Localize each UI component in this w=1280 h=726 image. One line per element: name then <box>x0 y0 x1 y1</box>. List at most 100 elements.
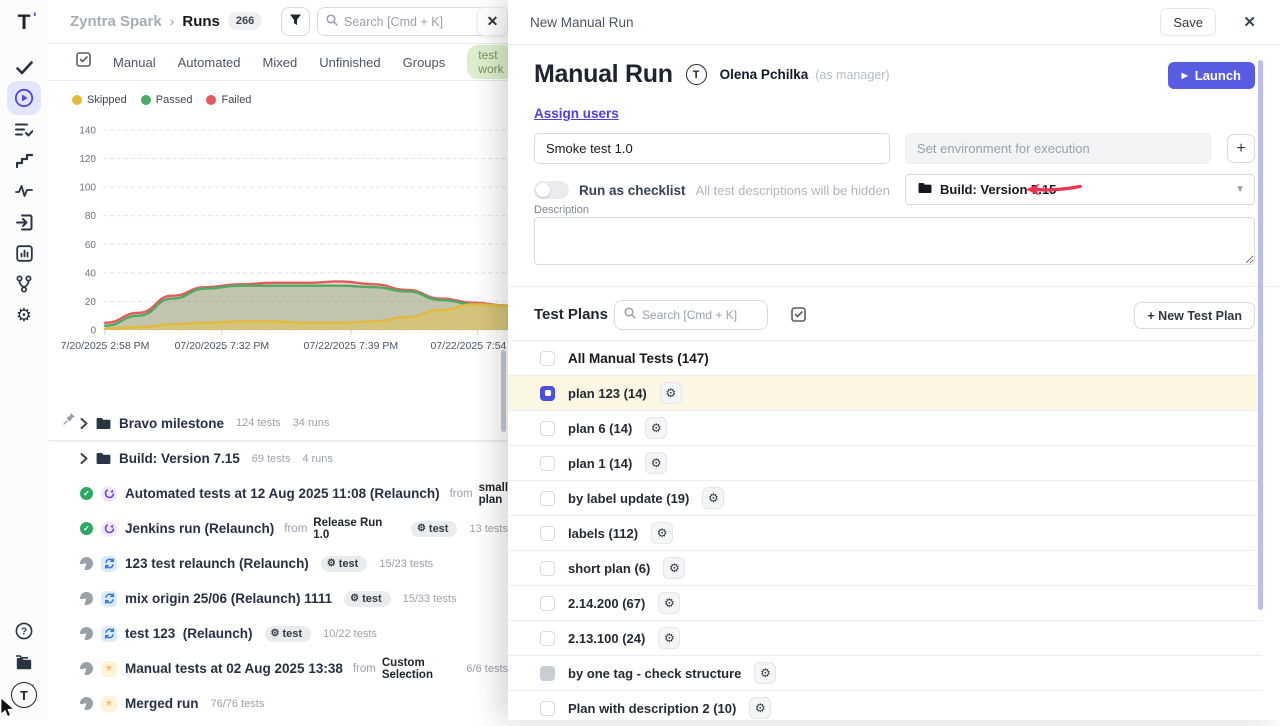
filter-button[interactable] <box>281 7 310 36</box>
tab-groups[interactable]: Groups <box>403 55 446 70</box>
test-plan-checkbox[interactable] <box>540 596 555 611</box>
run-title[interactable]: Build: Version 7.15 <box>119 451 240 466</box>
settings-gear-icon[interactable]: ⚙ <box>0 305 48 325</box>
run-row[interactable]: mix origin 25/06 (Relaunch) 1111⚙test15/… <box>48 581 508 616</box>
breadcrumb-project[interactable]: Zyntra Spark <box>70 13 162 30</box>
plans-list-check-icon[interactable] <box>0 120 48 138</box>
test-plan-checkbox[interactable] <box>540 701 555 716</box>
run-row[interactable]: ✓Jenkins run (Relaunch)fromRelease Run 1… <box>48 511 508 546</box>
search-input[interactable] <box>344 15 464 29</box>
close-drawer-icon[interactable]: ✕ <box>1243 13 1256 31</box>
import-icon[interactable] <box>0 212 48 232</box>
test-plan-settings-button[interactable]: ⚙ <box>658 592 680 614</box>
test-plan-row[interactable]: All Manual Tests (147) <box>508 341 1262 376</box>
run-name-input[interactable] <box>534 133 890 164</box>
new-test-plan-button[interactable]: + New Test Plan <box>1134 302 1255 329</box>
test-plan-row[interactable]: plan 123 (14)⚙ <box>508 376 1262 411</box>
run-title[interactable]: Automated tests at 12 Aug 2025 11:08 (Re… <box>125 486 440 501</box>
launch-button[interactable]: ▶ Launch <box>1168 62 1255 89</box>
reports-chart-icon[interactable] <box>0 243 48 263</box>
test-plan-row[interactable]: plan 1 (14)⚙ <box>508 446 1262 481</box>
test-plan-row[interactable]: by one tag - check structure⚙ <box>508 656 1262 691</box>
test-plan-checkbox[interactable] <box>540 386 555 401</box>
run-row[interactable]: test 123 (Relaunch)⚙test10/22 tests <box>48 616 508 651</box>
test-plan-checkbox[interactable] <box>540 631 555 646</box>
test-plan-settings-button[interactable]: ⚙ <box>663 557 685 579</box>
app-logo[interactable]: T' <box>0 10 48 36</box>
test-plan-row[interactable]: by label update (19)⚙ <box>508 481 1262 516</box>
test-plan-checkbox[interactable] <box>540 561 555 576</box>
run-title[interactable]: Jenkins run (Relaunch) <box>125 521 274 536</box>
steps-icon[interactable] <box>0 151 48 169</box>
test-plan-settings-button[interactable]: ⚙ <box>645 417 667 439</box>
close-search-button[interactable]: ✕ <box>477 7 508 36</box>
test-plan-checkbox[interactable] <box>540 491 555 506</box>
test-plan-settings-button[interactable]: ⚙ <box>645 452 667 474</box>
tag-badge[interactable]: ⚙test <box>344 591 391 607</box>
run-row[interactable]: ✳Manual tests at 02 Aug 2025 13:38fromCu… <box>48 651 508 686</box>
select-runs-icon[interactable] <box>76 52 91 72</box>
owner-avatar[interactable]: T' <box>686 64 707 85</box>
test-plan-settings-button[interactable]: ⚙ <box>754 662 776 684</box>
test-plan-row[interactable]: labels (112)⚙ <box>508 516 1262 551</box>
tab-mixed[interactable]: Mixed <box>263 55 298 70</box>
milestone-row[interactable]: Build: Version 7.1569 tests4 runs <box>48 441 508 476</box>
run-row[interactable]: ✓Automated tests at 12 Aug 2025 11:08 (R… <box>48 476 508 511</box>
assign-users-link[interactable]: Assign users <box>534 106 619 121</box>
run-title[interactable]: Bravo milestone <box>119 416 224 431</box>
source-plan-name[interactable]: Custom Selection <box>382 657 455 681</box>
svg-text:100: 100 <box>79 183 96 194</box>
test-plan-settings-button[interactable]: ⚙ <box>749 697 771 719</box>
environment-input[interactable] <box>905 133 1211 164</box>
select-plans-icon[interactable] <box>791 307 806 327</box>
test-plan-checkbox[interactable] <box>540 456 555 471</box>
tag-badge[interactable]: ⚙test <box>411 521 458 537</box>
run-title[interactable]: test 123 (Relaunch) <box>125 626 253 641</box>
test-plan-settings-button[interactable]: ⚙ <box>702 487 724 509</box>
run-as-checklist-toggle[interactable] <box>534 181 569 199</box>
test-plan-row[interactable]: 2.14.200 (67)⚙ <box>508 586 1262 621</box>
test-plan-row[interactable]: Plan with description 2 (10)⚙ <box>508 691 1262 726</box>
save-button[interactable]: Save <box>1160 8 1216 36</box>
run-title[interactable]: Merged run <box>125 696 199 711</box>
test-plan-row[interactable]: plan 6 (14)⚙ <box>508 411 1262 446</box>
run-row[interactable]: ✳Merged run76/76 tests <box>48 686 508 721</box>
test-plan-checkbox[interactable] <box>540 666 555 681</box>
test-plan-label: 2.13.100 (24) <box>568 631 645 646</box>
test-plan-checkbox[interactable] <box>540 351 555 366</box>
test-plan-row[interactable]: 2.13.100 (24) ⚙ <box>508 621 1262 656</box>
source-plan-name[interactable]: small plan <box>479 482 508 506</box>
run-title[interactable]: 123 test relaunch (Relaunch) <box>125 556 309 571</box>
branch-icon[interactable] <box>0 274 48 294</box>
tag-badge[interactable]: ⚙test <box>265 626 312 642</box>
chevron-right-icon[interactable] <box>80 453 88 464</box>
tag-badge[interactable]: ⚙test <box>321 556 368 572</box>
test-plans-search[interactable] <box>614 300 768 330</box>
run-title[interactable]: mix origin 25/06 (Relaunch) 1111 <box>125 591 332 606</box>
pulse-icon[interactable] <box>0 182 48 200</box>
test-plan-settings-button[interactable]: ⚙ <box>651 522 673 544</box>
add-environment-button[interactable]: + <box>1227 134 1255 163</box>
tab-unfinished[interactable]: Unfinished <box>319 55 380 70</box>
milestone-row[interactable]: Bravo milestone124 tests34 runs <box>48 406 508 441</box>
projects-folder-icon[interactable] <box>0 652 48 672</box>
breadcrumb-page[interactable]: Runs <box>182 13 220 30</box>
source-plan-name[interactable]: Release Run 1.0 <box>313 517 399 541</box>
tab-automated[interactable]: Automated <box>178 55 241 70</box>
chevron-right-icon[interactable] <box>80 418 88 429</box>
test-plan-settings-button[interactable]: ⚙ <box>658 627 680 649</box>
runs-play-icon[interactable] <box>7 81 41 115</box>
help-icon[interactable]: ? <box>0 621 48 641</box>
test-plan-settings-button[interactable]: ⚙ <box>660 382 682 404</box>
description-textarea[interactable] <box>534 217 1255 265</box>
owner-name[interactable]: Olena Pchilka <box>720 67 809 82</box>
run-title[interactable]: Manual tests at 02 Aug 2025 13:38 <box>125 661 343 676</box>
tests-check-icon[interactable] <box>0 58 48 78</box>
test-plan-checkbox[interactable] <box>540 421 555 436</box>
test-plan-checkbox[interactable] <box>540 526 555 541</box>
run-row[interactable]: 123 test relaunch (Relaunch)⚙test15/23 t… <box>48 546 508 581</box>
test-plans-search-input[interactable] <box>642 308 752 322</box>
test-plan-row[interactable]: short plan (6)⚙ <box>508 551 1262 586</box>
tab-manual[interactable]: Manual <box>113 55 156 70</box>
drawer-scrollbar[interactable] <box>1258 60 1263 610</box>
